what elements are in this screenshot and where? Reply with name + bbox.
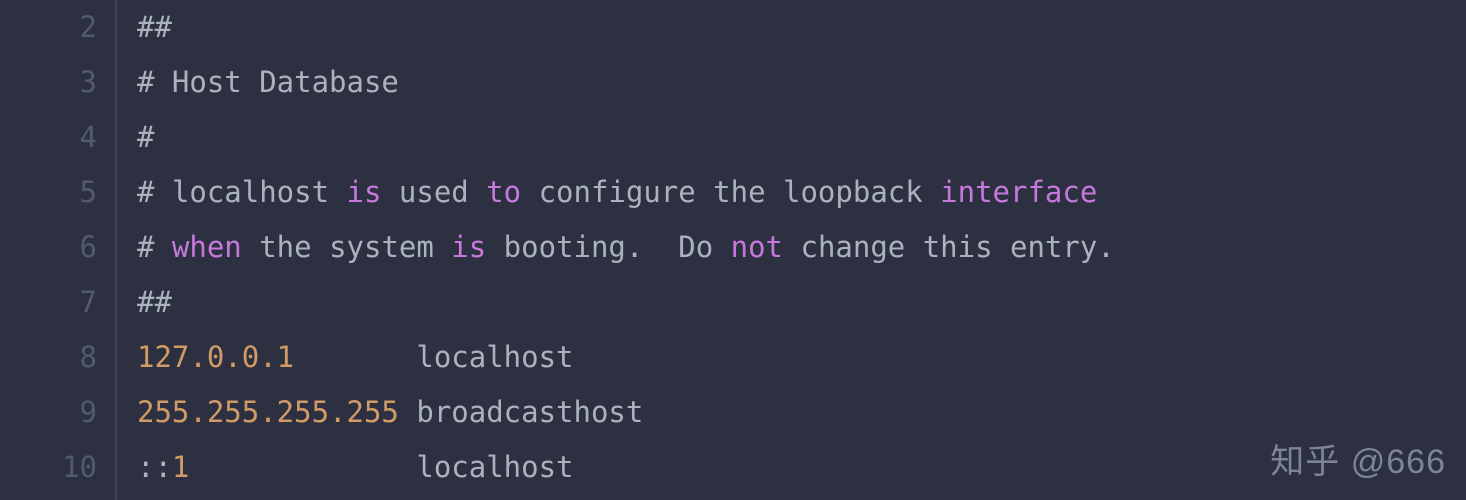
code-token: is (347, 175, 382, 209)
code-content[interactable]: ### Host Database## localhost is used to… (117, 0, 1115, 500)
code-token: ## (137, 10, 172, 44)
code-token: ## (137, 285, 172, 319)
code-token: booting. Do (486, 230, 730, 264)
code-token: 1 (172, 450, 189, 484)
code-token: the system (242, 230, 452, 264)
code-token: configure the loopback (521, 175, 940, 209)
code-token: used (381, 175, 486, 209)
code-token: # localhost (137, 175, 347, 209)
line-number-gutter: 2345678910 (0, 0, 117, 500)
code-line[interactable]: 255.255.255.255 broadcasthost (137, 385, 1115, 440)
line-number: 2 (0, 0, 97, 55)
code-line[interactable]: # when the system is booting. Do not cha… (137, 220, 1115, 275)
code-line[interactable]: # localhost is used to configure the loo… (137, 165, 1115, 220)
code-token: when (172, 230, 242, 264)
code-token: interface (940, 175, 1097, 209)
code-line[interactable]: # Host Database (137, 55, 1115, 110)
line-number: 4 (0, 110, 97, 165)
code-line[interactable]: ## (137, 0, 1115, 55)
code-token: broadcasthost (399, 395, 643, 429)
code-line[interactable]: # (137, 110, 1115, 165)
code-line[interactable]: 127.0.0.1 localhost (137, 330, 1115, 385)
line-number: 6 (0, 220, 97, 275)
code-token: localhost (189, 450, 573, 484)
code-token: change this entry. (783, 230, 1115, 264)
code-token: is (451, 230, 486, 264)
watermark: 知乎 @666 (1270, 435, 1446, 490)
line-number: 8 (0, 330, 97, 385)
code-token: localhost (294, 340, 573, 374)
code-token: # (137, 120, 154, 154)
code-token: not (731, 230, 783, 264)
line-number: 7 (0, 275, 97, 330)
code-token: :: (137, 450, 172, 484)
code-token: # Host Database (137, 65, 399, 99)
code-token: 255.255.255.255 (137, 395, 399, 429)
code-line[interactable]: ::1 localhost (137, 440, 1115, 495)
code-editor: 2345678910 ### Host Database## localhost… (0, 0, 1466, 500)
line-number: 5 (0, 165, 97, 220)
line-number: 3 (0, 55, 97, 110)
code-token: 127.0.0.1 (137, 340, 294, 374)
line-number: 10 (0, 440, 97, 495)
code-line[interactable]: ## (137, 275, 1115, 330)
code-token: # (137, 230, 172, 264)
line-number: 9 (0, 385, 97, 440)
code-token: to (486, 175, 521, 209)
